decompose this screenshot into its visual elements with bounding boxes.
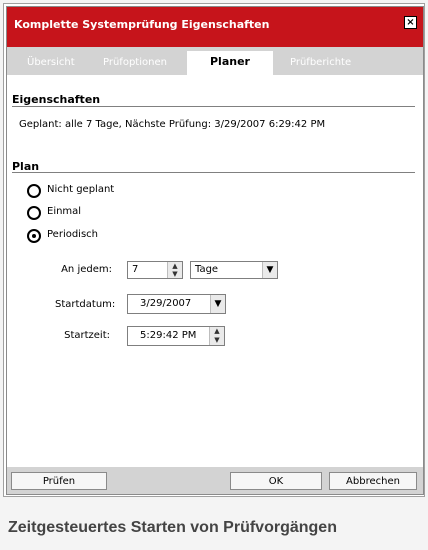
- start-time-spin[interactable]: ▲ ▼: [209, 327, 224, 345]
- radio-button-selected[interactable]: [27, 229, 41, 243]
- button-bar: Prüfen OK Abbrechen: [7, 467, 423, 494]
- pruefen-button[interactable]: Prüfen: [11, 472, 107, 490]
- title-bar: Komplette Systemprüfung Eigenschaften ×: [7, 7, 423, 47]
- radio-dot: [32, 234, 36, 238]
- spin-up-icon[interactable]: ▲: [210, 327, 224, 335]
- radio-label: Einmal: [47, 206, 82, 217]
- start-date-picker[interactable]: 3/29/2007 ▼: [127, 294, 226, 314]
- start-date-value: 3/29/2007: [140, 298, 192, 309]
- interval-stepper[interactable]: 7 ▲ ▼: [127, 261, 183, 279]
- radio-button[interactable]: [27, 206, 41, 220]
- spin-down-icon[interactable]: ▼: [168, 270, 182, 278]
- tab-uebersicht[interactable]: Übersicht: [27, 57, 75, 68]
- section-divider: [12, 106, 415, 107]
- caption: Zeitgesteuertes Starten von Prüfvorgänge…: [8, 519, 337, 536]
- spin-down-icon[interactable]: ▼: [210, 336, 224, 344]
- abbrechen-button[interactable]: Abbrechen: [329, 472, 417, 490]
- schedule-info: Geplant: alle 7 Tage, Nächste Prüfung: 3…: [19, 119, 326, 130]
- section-divider: [12, 172, 415, 173]
- radio-label: Periodisch: [47, 229, 99, 240]
- interval-value: 7: [132, 264, 139, 275]
- start-time-value: 5:29:42 PM: [140, 330, 197, 341]
- properties-window: Komplette Systemprüfung Eigenschaften × …: [6, 6, 424, 495]
- startzeit-label: Startzeit:: [64, 330, 110, 341]
- start-time-stepper[interactable]: 5:29:42 PM ▲ ▼: [127, 326, 225, 346]
- scheduler-panel: Eigenschaften Geplant: alle 7 Tage, Näch…: [7, 75, 423, 467]
- ok-button[interactable]: OK: [230, 472, 322, 490]
- interval-unit-select[interactable]: Tage ▼: [190, 261, 278, 279]
- tab-pruefberichte[interactable]: Prüfberichte: [290, 57, 351, 68]
- chevron-down-icon[interactable]: ▼: [262, 262, 277, 278]
- close-icon[interactable]: ×: [404, 16, 417, 29]
- eigenschaften-title: Eigenschaften: [12, 93, 101, 106]
- spin-up-icon[interactable]: ▲: [168, 262, 182, 270]
- chevron-down-icon[interactable]: ▼: [210, 295, 225, 313]
- startdatum-label: Startdatum:: [55, 299, 116, 310]
- tab-bar: Übersicht Prüfoptionen Planer Prüfberich…: [7, 51, 423, 75]
- radio-button[interactable]: [27, 184, 41, 198]
- interval-unit-value: Tage: [195, 264, 219, 275]
- tab-planer[interactable]: Planer: [187, 51, 273, 75]
- interval-spin[interactable]: ▲ ▼: [167, 262, 182, 278]
- tab-pruefoptionen[interactable]: Prüfoptionen: [103, 57, 167, 68]
- window-title: Komplette Systemprüfung Eigenschaften: [14, 18, 270, 31]
- an-jedem-label: An jedem:: [61, 264, 112, 275]
- radio-label: Nicht geplant: [47, 184, 115, 195]
